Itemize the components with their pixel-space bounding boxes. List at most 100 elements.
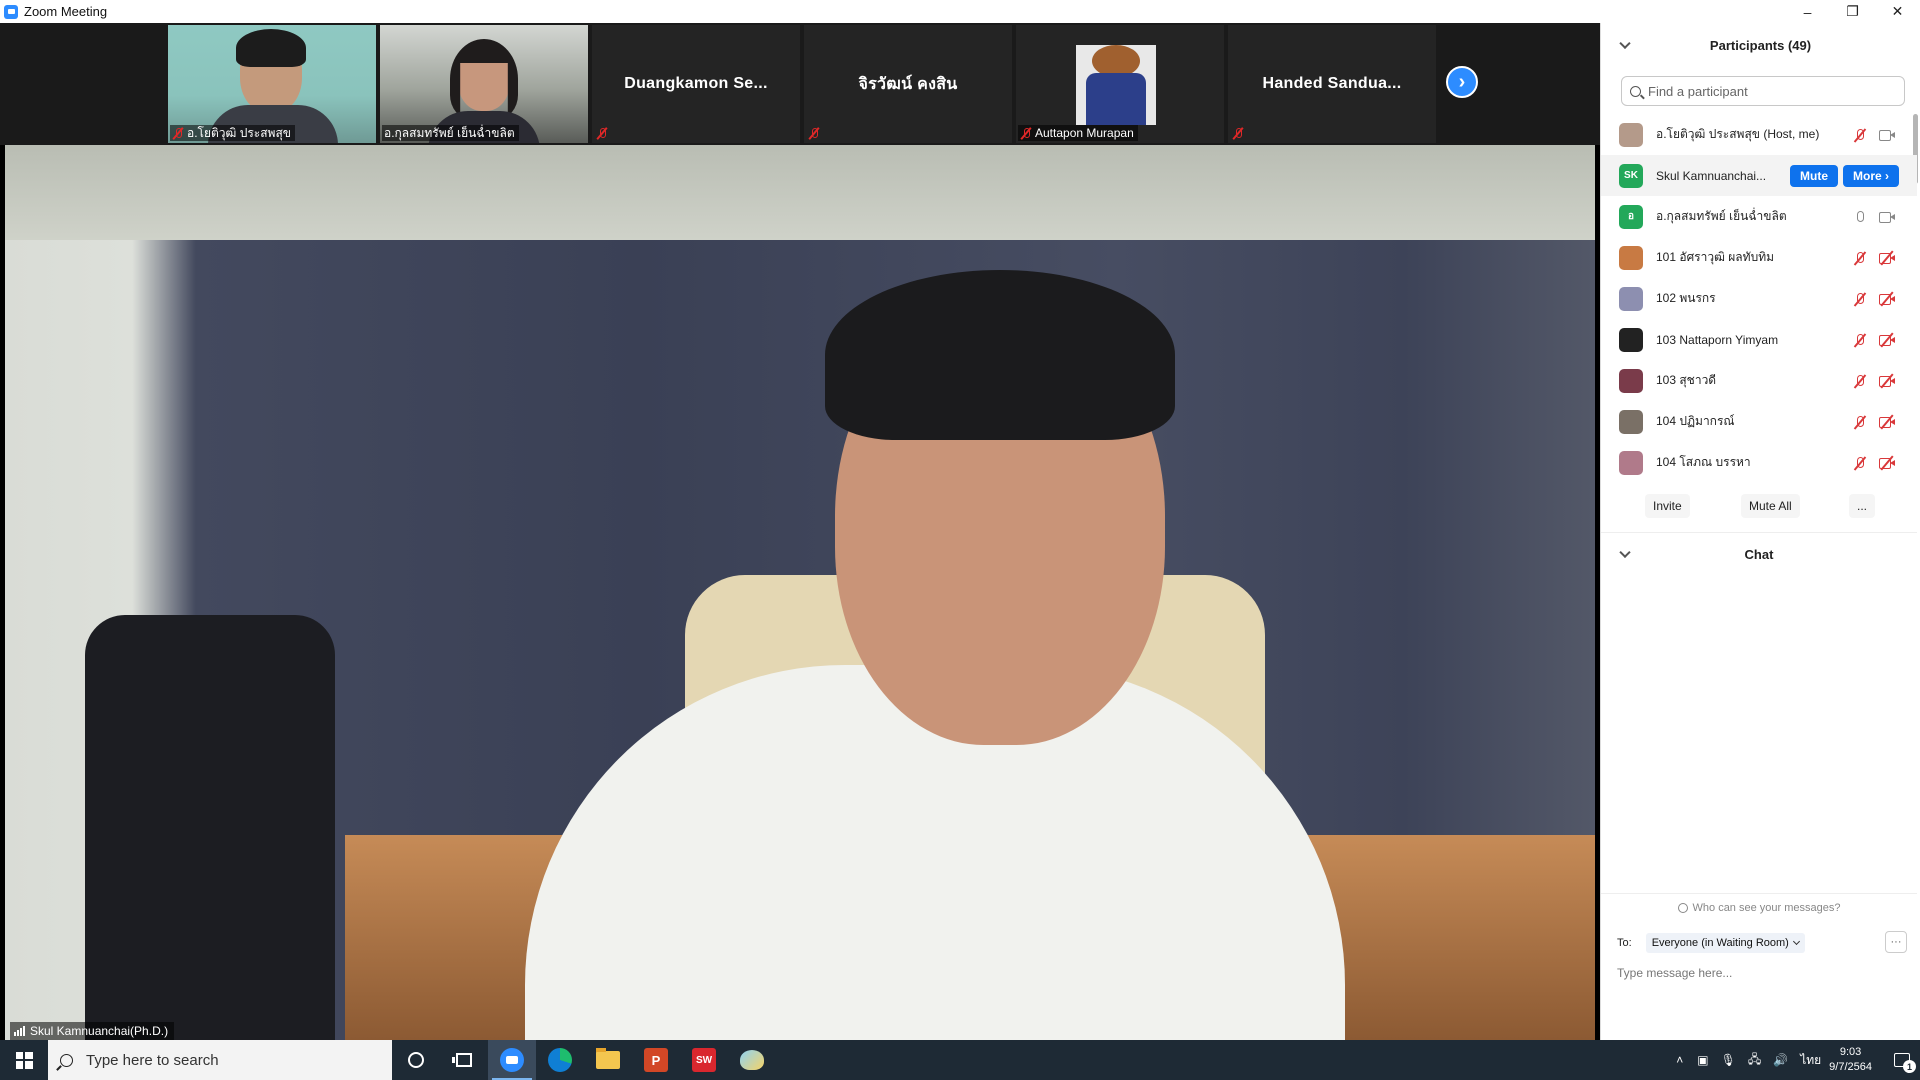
avatar bbox=[1619, 327, 1643, 352]
video-thumbnail[interactable]: Handed Sandua... bbox=[1228, 25, 1436, 143]
participant-row[interactable]: อ อ.กุลสมทรัพย์ เย็นฉ่ำขลิต bbox=[1601, 196, 1917, 237]
camera-off-icon[interactable] bbox=[1879, 454, 1895, 471]
active-speaker-video[interactable]: Skul Kamnuanchai(Ph.D.) bbox=[5, 145, 1595, 1040]
side-panel: Participants (49) อ.โยติวุฒิ ประสพสุข (H… bbox=[1600, 23, 1920, 1040]
search-icon bbox=[60, 1053, 73, 1067]
more-actions-button[interactable]: ... bbox=[1849, 494, 1876, 518]
thumbnail-label: อ.กุลสมทรัพย์ เย็นฉ่ำขลิต bbox=[382, 125, 519, 141]
camera-icon[interactable] bbox=[1879, 129, 1895, 141]
video-thumbnail[interactable]: อ.โยติวุฒิ ประสพสุข bbox=[168, 25, 376, 143]
paint-icon[interactable] bbox=[728, 1040, 776, 1080]
muted-mic-icon bbox=[1020, 127, 1032, 139]
title-bar: Zoom Meeting – ❐ ✕ bbox=[0, 0, 1920, 23]
participant-search[interactable] bbox=[1621, 76, 1905, 106]
show-hidden-icons-icon[interactable]: ˄ bbox=[1676, 1053, 1683, 1067]
search-icon bbox=[1630, 85, 1641, 97]
powerpoint-icon[interactable]: P bbox=[632, 1040, 680, 1080]
participant-search-input[interactable] bbox=[1648, 83, 1888, 99]
camera-off-icon[interactable] bbox=[1879, 372, 1895, 389]
camera-off-icon[interactable] bbox=[1879, 331, 1895, 348]
thumbnail-name: Handed Sandua... bbox=[1262, 75, 1402, 92]
next-page-button[interactable]: › bbox=[1446, 66, 1478, 98]
video-thumbnail[interactable]: อ.กุลสมทรัพย์ เย็นฉ่ำขลิต bbox=[380, 25, 588, 143]
participant-hair bbox=[236, 29, 306, 67]
zoom-icon[interactable] bbox=[488, 1040, 536, 1080]
system-tray: ˄ ▣ 🎙 🖧 🔊 ไทย 9:03 9/7/2564 1 bbox=[1676, 1040, 1920, 1080]
participant-row[interactable]: SK Skul Kamnuanchai... Mute More › bbox=[1601, 155, 1917, 196]
participant-name: 103 สุชาวดี bbox=[1656, 373, 1717, 387]
video-thumbnail[interactable]: Duangkamon Se... bbox=[592, 25, 800, 143]
thumbnail-label bbox=[594, 125, 615, 141]
camera-icon[interactable] bbox=[1879, 211, 1895, 223]
cortana-circle-icon[interactable] bbox=[392, 1040, 440, 1080]
video-area: อ.โยติวุฒิ ประสพสุข อ.กุลสมทรัพย์ เย็นฉ่… bbox=[0, 23, 1600, 1040]
participant-row[interactable]: 102 พนรกร bbox=[1601, 278, 1917, 319]
camera-off-icon[interactable] bbox=[1879, 290, 1895, 307]
participant-actions: Invite Mute All ... bbox=[1601, 486, 1917, 526]
bear-avatar-icon bbox=[1076, 45, 1156, 125]
muted-mic-icon bbox=[808, 127, 820, 139]
muted-mic-icon[interactable] bbox=[1853, 374, 1867, 388]
video-coat bbox=[85, 615, 335, 1040]
muted-mic-icon[interactable] bbox=[1853, 251, 1867, 265]
recipient-dropdown[interactable]: Everyone (in Waiting Room) bbox=[1645, 933, 1805, 953]
avatar: อ bbox=[1619, 204, 1643, 229]
task-view-icon[interactable] bbox=[440, 1040, 488, 1080]
notification-count: 1 bbox=[1903, 1060, 1916, 1073]
meet-now-icon[interactable]: ▣ bbox=[1697, 1053, 1708, 1067]
video-thumbnail[interactable]: Auttapon Murapan bbox=[1016, 25, 1224, 143]
notification-center-button[interactable]: 1 bbox=[1884, 1040, 1920, 1080]
muted-mic-icon[interactable] bbox=[1853, 456, 1867, 470]
muted-mic-icon[interactable] bbox=[1853, 292, 1867, 306]
start-button[interactable] bbox=[0, 1040, 48, 1080]
chat-title: Chat bbox=[1744, 546, 1774, 562]
participant-name: Skul Kamnuanchai... bbox=[1656, 168, 1767, 183]
participant-row[interactable]: 103 สุชาวดี bbox=[1601, 360, 1917, 401]
muted-mic-icon bbox=[1232, 127, 1244, 139]
participants-header: Participants (49) bbox=[1601, 23, 1920, 67]
collapse-chevron-icon[interactable] bbox=[1619, 37, 1631, 50]
participant-name: 103 Nattaporn Yimyam bbox=[1656, 332, 1779, 347]
clock-date: 9/7/2564 bbox=[1829, 1061, 1872, 1073]
taskbar-search[interactable]: Type here to search bbox=[48, 1040, 392, 1080]
video-ceiling bbox=[5, 145, 1595, 240]
clock[interactable]: 9:03 9/7/2564 bbox=[1829, 1045, 1872, 1075]
muted-mic-icon[interactable] bbox=[1853, 415, 1867, 429]
close-button[interactable]: ✕ bbox=[1875, 0, 1920, 23]
muted-mic-icon[interactable] bbox=[1853, 128, 1867, 142]
who-can-see-link[interactable]: Who can see your messages? bbox=[1601, 893, 1917, 921]
volume-icon[interactable]: 🔊 bbox=[1773, 1053, 1788, 1067]
invite-button[interactable]: Invite bbox=[1645, 494, 1690, 518]
chat-message-input[interactable] bbox=[1617, 958, 1905, 988]
minimize-button[interactable]: – bbox=[1785, 0, 1830, 23]
camera-off-icon[interactable] bbox=[1879, 413, 1895, 430]
participant-row[interactable]: 103 Nattaporn Yimyam bbox=[1601, 319, 1917, 360]
chat-more-button[interactable]: ··· bbox=[1885, 931, 1907, 953]
muted-mic-icon[interactable] bbox=[1853, 333, 1867, 347]
video-thumbnail[interactable]: จิรวัฒน์ คงสิน bbox=[804, 25, 1012, 143]
mute-participant-button[interactable]: Mute bbox=[1790, 164, 1838, 187]
mic-icon[interactable] bbox=[1853, 210, 1867, 224]
input-language[interactable]: ไทย bbox=[1800, 1051, 1821, 1070]
chat-section: Chat bbox=[1601, 532, 1917, 575]
participant-row[interactable]: 101 อัศราวุฒิ ผลทับทิม bbox=[1601, 237, 1917, 278]
participant-row[interactable]: 104 ปฏิมากรณ์ bbox=[1601, 401, 1917, 442]
microphone-icon[interactable]: 🎙 bbox=[1721, 1053, 1736, 1067]
participants-title: Participants (49) bbox=[1709, 37, 1812, 53]
network-icon[interactable]: 🖧 bbox=[1748, 1050, 1761, 1071]
edge-icon[interactable] bbox=[536, 1040, 584, 1080]
file-explorer-icon[interactable] bbox=[584, 1040, 632, 1080]
collapse-chevron-icon[interactable] bbox=[1619, 546, 1631, 559]
thumbnail-strip: อ.โยติวุฒิ ประสพสุข อ.กุลสมทรัพย์ เย็นฉ่… bbox=[0, 23, 1600, 145]
restore-button[interactable]: ❐ bbox=[1830, 0, 1875, 23]
more-options-button[interactable]: More › bbox=[1843, 164, 1899, 187]
mute-all-button[interactable]: Mute All bbox=[1741, 494, 1800, 518]
notification-icon: 1 bbox=[1894, 1053, 1916, 1073]
speaker-name-label: Skul Kamnuanchai(Ph.D.) bbox=[10, 1022, 175, 1040]
solidworks-icon[interactable]: SW bbox=[680, 1040, 728, 1080]
participant-row[interactable]: อ.โยติวุฒิ ประสพสุข (Host, me) bbox=[1601, 114, 1917, 155]
participant-name: 104 ปฏิมากรณ์ bbox=[1656, 414, 1735, 428]
participant-row[interactable]: 104 โสภณ บรรหา bbox=[1601, 442, 1917, 483]
camera-off-icon[interactable] bbox=[1879, 249, 1895, 266]
avatar bbox=[1619, 409, 1643, 434]
